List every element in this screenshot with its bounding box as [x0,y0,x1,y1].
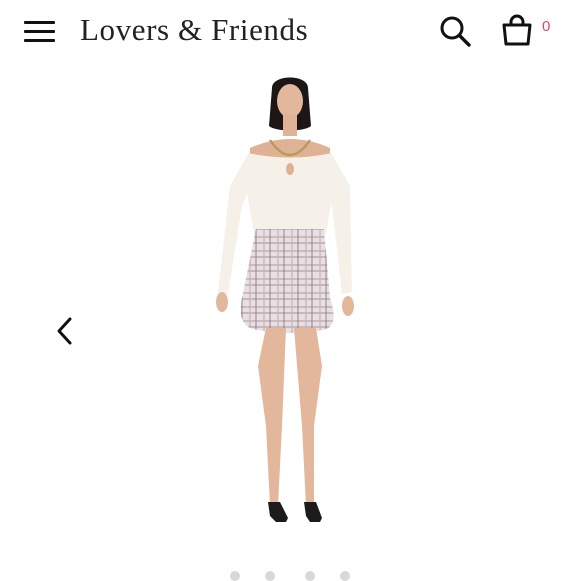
brand-logo[interactable]: Lovers & Friends [80,12,308,48]
search-button[interactable] [438,14,472,48]
product-image-carousel[interactable] [0,66,580,581]
menu-icon-bar [24,30,55,33]
menu-button[interactable] [24,20,56,44]
product-photo-model [216,77,354,522]
carousel-prev-button[interactable] [52,316,78,346]
menu-icon-bar [24,21,55,24]
cart-count-badge[interactable]: 0 [542,18,550,35]
search-icon [440,16,471,47]
cart-button[interactable] [500,13,534,47]
chevron-left-icon [57,317,72,345]
top-header: Lovers & Friends 0 [0,0,580,66]
menu-icon-bar [24,39,55,42]
shopping-bag-icon [502,14,532,46]
